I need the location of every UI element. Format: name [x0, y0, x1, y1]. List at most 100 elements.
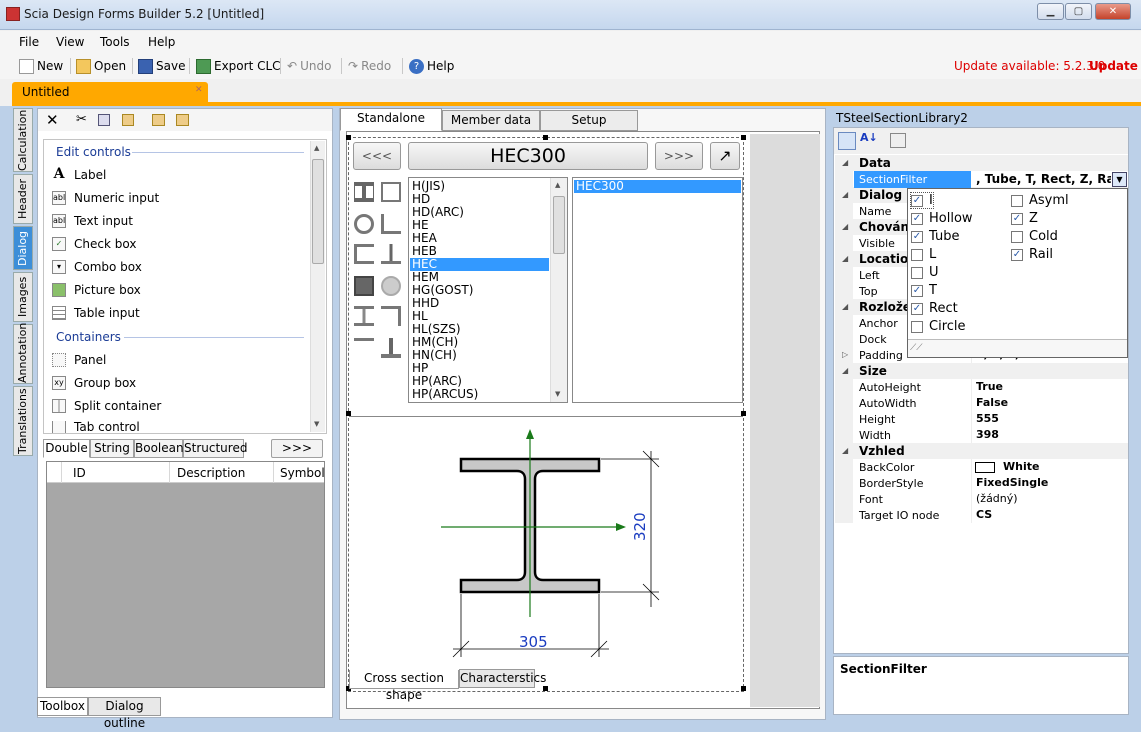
- toolbox-scrollbar[interactable]: ▲ ▼: [310, 141, 325, 432]
- tab-translations[interactable]: Translations: [13, 386, 33, 456]
- property-value[interactable]: White: [1003, 460, 1039, 473]
- more-tabs-button[interactable]: >>>: [271, 439, 323, 458]
- property-value[interactable]: (žádný): [976, 492, 1018, 505]
- toolbox-item-panel[interactable]: Panel: [52, 353, 106, 367]
- send-back-icon[interactable]: [176, 114, 189, 126]
- tab-images[interactable]: Images: [13, 272, 33, 322]
- filter-checkbox-cold[interactable]: Cold: [1011, 229, 1058, 244]
- toolbox-item-check-box[interactable]: ✓ Check box: [52, 237, 136, 251]
- resize-handle[interactable]: [346, 135, 351, 140]
- property-category[interactable]: ◢ Data: [835, 155, 1128, 171]
- collapse-icon[interactable]: ◢: [842, 254, 848, 263]
- toolbox-item-split-container[interactable]: Split container: [52, 399, 161, 413]
- tab-cross-section-shape[interactable]: Cross section shape: [349, 670, 459, 702]
- checkbox-icon[interactable]: ✓: [911, 284, 923, 297]
- filter-checkbox-asyml[interactable]: Asyml: [1011, 193, 1069, 208]
- channel-section-icon[interactable]: [354, 244, 374, 264]
- property-category[interactable]: ◢ Size: [835, 363, 1128, 379]
- property-value[interactable]: 555: [976, 412, 999, 425]
- update-link[interactable]: Update: [1089, 59, 1138, 73]
- toolbox-item-text-input[interactable]: abl Text input: [52, 214, 133, 228]
- expand-icon[interactable]: ▷: [842, 350, 848, 359]
- tab-toolbox[interactable]: Toolbox: [37, 697, 88, 716]
- close-button[interactable]: ✕: [1095, 3, 1131, 20]
- circle-section-icon[interactable]: [381, 276, 401, 296]
- resize-grip-icon[interactable]: ⟋⟋: [910, 343, 923, 353]
- t-section-icon[interactable]: [381, 244, 401, 264]
- section-title-button[interactable]: HEC300: [408, 142, 648, 170]
- property-row[interactable]: Font (žádný): [835, 491, 1128, 507]
- checkbox-icon[interactable]: ✓: [911, 212, 923, 225]
- tab-annotation[interactable]: Annotation: [13, 323, 33, 384]
- checkbox-icon[interactable]: [1011, 194, 1023, 207]
- rect-section-icon[interactable]: [354, 276, 374, 296]
- cold-section-icon[interactable]: [354, 306, 374, 326]
- toolbox-item-combo-box[interactable]: ▾ Combo box: [52, 260, 142, 274]
- new-button[interactable]: New: [19, 57, 63, 75]
- menu-file[interactable]: File: [19, 35, 39, 49]
- property-row[interactable]: AutoWidth False: [835, 395, 1128, 411]
- z-section-icon[interactable]: [381, 306, 401, 326]
- filter-checkbox-hollow[interactable]: ✓ Hollow: [911, 211, 973, 226]
- export-clc-button[interactable]: Export CLC: [196, 57, 281, 75]
- scroll-down-icon[interactable]: ▼: [314, 420, 319, 428]
- filter-checkbox-i[interactable]: ✓ I: [910, 192, 934, 209]
- cold-formed-icon[interactable]: [354, 338, 374, 358]
- tab-dialog-outline[interactable]: Dialog outline: [88, 697, 161, 730]
- tab-boolean[interactable]: Boolean: [134, 439, 184, 458]
- toolbox-item-numeric-input[interactable]: abl Numeric input: [52, 191, 159, 205]
- menu-help[interactable]: Help: [148, 35, 175, 49]
- filter-checkbox-rect[interactable]: ✓ Rect: [911, 301, 958, 316]
- maximize-button[interactable]: ▢: [1065, 3, 1092, 20]
- scroll-up-icon[interactable]: ▲: [314, 144, 319, 152]
- resize-handle[interactable]: [741, 135, 746, 140]
- close-tab-icon[interactable]: ✕: [195, 85, 203, 95]
- checkbox-icon[interactable]: [1011, 230, 1023, 243]
- rhs-section-icon[interactable]: [381, 182, 401, 202]
- toolbox-item-label[interactable]: A Label: [52, 167, 107, 182]
- list-item[interactable]: HP(ARCUS): [412, 388, 478, 401]
- property-pages-icon[interactable]: [890, 133, 906, 148]
- property-value[interactable]: FixedSingle: [976, 476, 1048, 489]
- dropdown-resize-grip[interactable]: ⟋⟋: [908, 339, 1127, 357]
- filter-checkbox-rail[interactable]: ✓ Rail: [1011, 247, 1053, 262]
- checkbox-icon[interactable]: ✓: [911, 302, 923, 315]
- filter-checkbox-circle[interactable]: Circle: [911, 319, 966, 334]
- toolbox-item-table-input[interactable]: Table input: [52, 306, 140, 320]
- filter-checkbox-t[interactable]: ✓ T: [911, 283, 937, 298]
- collapse-icon[interactable]: ◢: [842, 366, 848, 375]
- i-section-icon[interactable]: [354, 182, 374, 202]
- column-id[interactable]: ID: [73, 466, 86, 480]
- minimize-button[interactable]: ▁: [1037, 3, 1064, 20]
- column-description[interactable]: Description: [177, 466, 245, 480]
- menu-view[interactable]: View: [56, 35, 84, 49]
- cut-icon[interactable]: ✂: [76, 112, 87, 127]
- property-row[interactable]: Height 555: [835, 411, 1128, 427]
- scroll-thumb[interactable]: [553, 196, 565, 254]
- checkbox-icon[interactable]: [911, 266, 923, 279]
- checkbox-icon[interactable]: [911, 248, 923, 261]
- angle-section-icon[interactable]: [381, 214, 401, 234]
- checkbox-icon[interactable]: ✓: [911, 230, 923, 243]
- save-button[interactable]: Save: [138, 57, 185, 75]
- property-category[interactable]: ◢ Vzhled: [835, 443, 1128, 459]
- checkbox-icon[interactable]: ✓: [911, 194, 923, 207]
- tab-standalone[interactable]: Standalone: [340, 108, 442, 131]
- filter-checkbox-z[interactable]: ✓ Z: [1011, 211, 1038, 226]
- collapse-icon[interactable]: ◢: [842, 158, 848, 167]
- filter-checkbox-tube[interactable]: ✓ Tube: [911, 229, 959, 244]
- scroll-thumb[interactable]: [312, 159, 324, 264]
- property-value[interactable]: True: [976, 380, 1003, 393]
- undo-button[interactable]: ↶ Undo: [287, 57, 331, 75]
- copy-icon[interactable]: [98, 114, 110, 126]
- checkbox-icon[interactable]: ✓: [1011, 212, 1023, 225]
- redo-button[interactable]: ↷ Redo: [348, 57, 391, 75]
- section-series-list[interactable]: H(JIS) HD HD(ARC) HE HEA HEB HEC HEM HG(…: [408, 177, 568, 403]
- tab-setup[interactable]: Setup: [540, 110, 638, 131]
- property-value[interactable]: 398: [976, 428, 999, 441]
- profile-list[interactable]: HEC300: [572, 177, 743, 403]
- property-value[interactable]: CS: [976, 508, 992, 521]
- tab-dialog[interactable]: Dialog: [13, 226, 33, 270]
- tab-structured[interactable]: Structured: [183, 439, 247, 458]
- toolbox-item-group-box[interactable]: xy Group box: [52, 376, 136, 390]
